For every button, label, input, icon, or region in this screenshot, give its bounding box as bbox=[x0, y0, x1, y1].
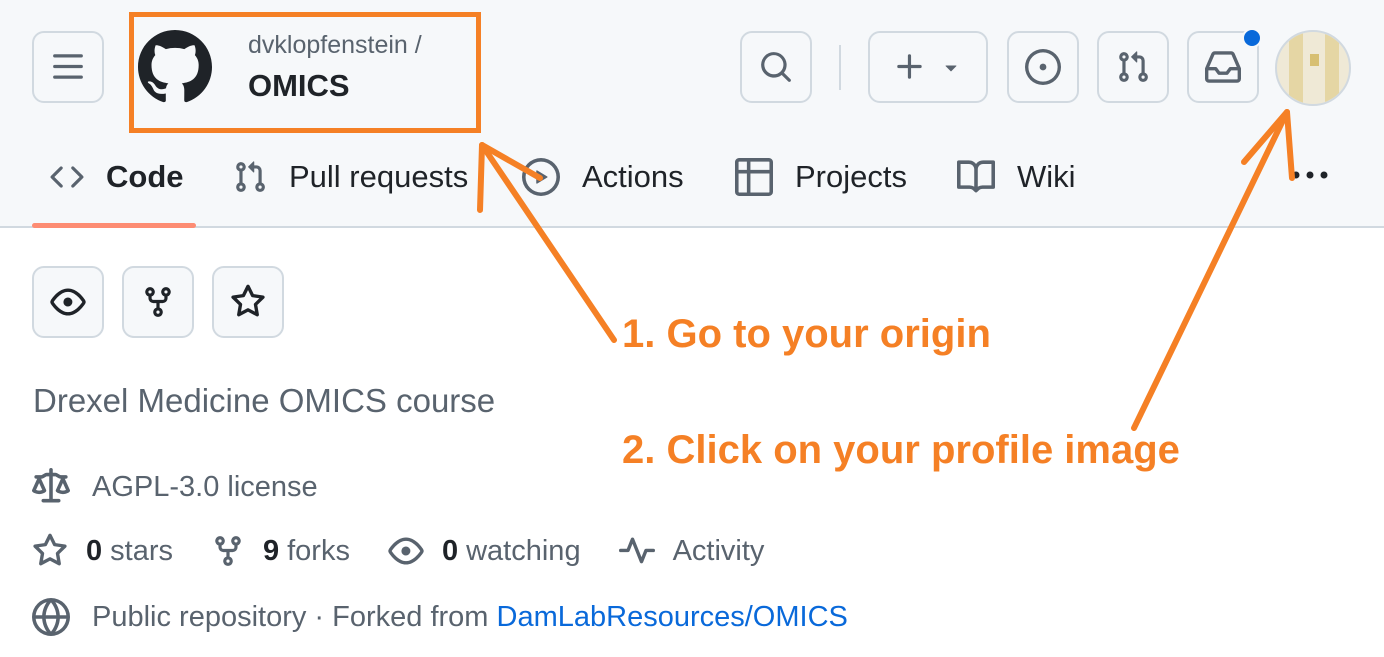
arrow-to-origin bbox=[479, 142, 617, 343]
arrow-to-profile bbox=[1131, 109, 1290, 431]
annotation-step-1: 1. Go to your origin bbox=[622, 312, 991, 356]
annotation-step-2: 2. Click on your profile image bbox=[622, 428, 1180, 472]
